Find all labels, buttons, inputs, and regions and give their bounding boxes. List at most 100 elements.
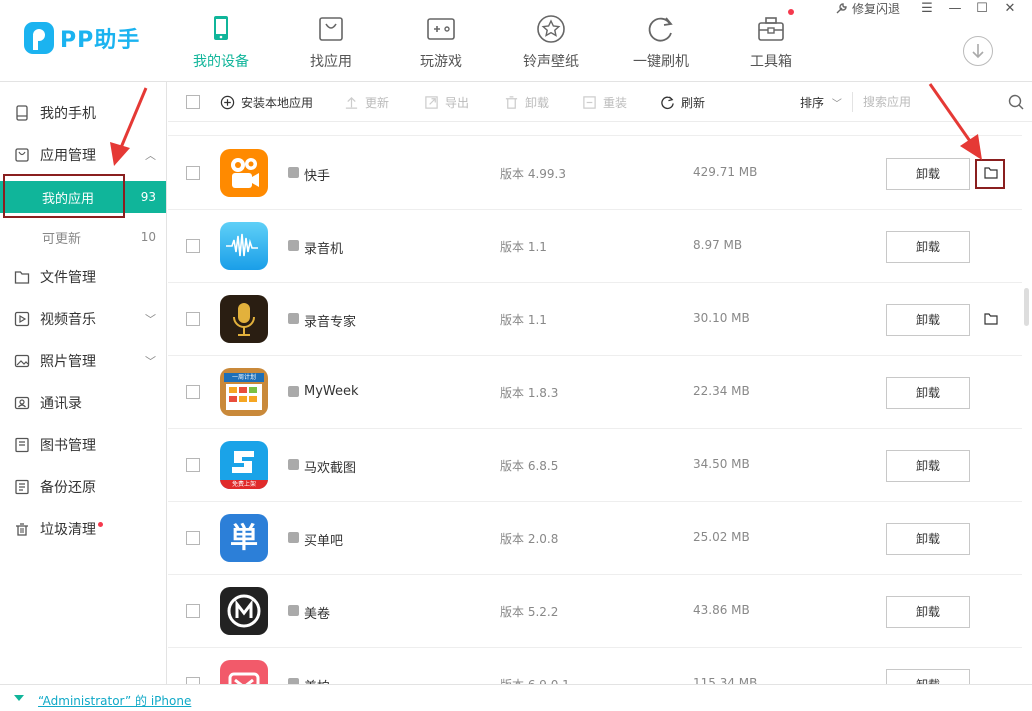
app-name: 美卷 [304,607,331,622]
recorder-app-icon [220,222,268,270]
sidebar-item-label: 应用管理 [40,148,96,164]
sidebar-item-cleanup[interactable]: 垃圾清理 [0,508,166,550]
wrench-icon [836,2,847,13]
repair-label: 修复闪退 [852,2,901,16]
sidebar-item-label: 视频音乐 [40,312,96,328]
sidebar-item-label: 通讯录 [40,396,82,412]
row-checkbox[interactable] [186,166,200,180]
recording-expert-app-icon [220,295,268,343]
uninstall-button[interactable]: 卸载 [886,523,970,555]
nav-label: 一键刷机 [633,54,689,70]
annotation-arrow-icon [928,83,982,160]
close-button[interactable]: ✕ [999,0,1021,18]
app-version: 版本 1.8.3 [500,386,559,400]
repair-crash-button[interactable]: 修复闪退 [834,0,900,17]
reinstall-icon [583,95,596,109]
app-size: 8.97 MB [693,238,743,252]
app-type-icon [288,386,299,397]
nav-games[interactable]: 玩游戏 [386,0,496,82]
export-button[interactable]: 导出 [424,94,469,110]
app-type-icon [288,605,299,616]
meijuan-app-icon [220,587,268,635]
phone-outline-icon [16,105,28,121]
toolbar-label: 安装本地应用 [241,95,314,110]
sidebar-item-label: 垃圾清理 [40,522,96,538]
update-button[interactable]: 更新 [344,94,389,110]
install-local-app-button[interactable]: 安装本地应用 [220,94,313,110]
menu-button[interactable]: ☰ [916,0,938,18]
select-all-checkbox[interactable] [186,95,200,109]
row-checkbox[interactable] [186,312,200,326]
sidebar-item-video-music[interactable]: 视频音乐 ﹀ [0,298,166,340]
row-checkbox[interactable] [186,531,200,545]
nav-one-click-flash[interactable]: 一键刷机 [606,0,716,82]
uninstall-toolbar-button[interactable]: 卸载 [504,94,549,110]
nav-label: 铃声壁纸 [523,54,579,70]
nav-ringtones-wallpapers[interactable]: 铃声壁纸 [496,0,606,82]
app-type-icon [288,240,299,251]
my-apps-count: 93 [140,190,156,204]
uninstall-button[interactable]: 卸载 [886,450,970,482]
sidebar-item-backup[interactable]: 备份还原 [0,466,166,508]
maximize-button[interactable]: ☐ [971,0,993,18]
sort-dropdown[interactable]: 排序 ﹀ [800,94,842,111]
nav-toolbox[interactable]: 工具箱 [716,0,826,82]
app-logo: PP助手 [24,22,140,54]
play-icon [14,311,30,327]
book-icon [15,437,29,453]
app-version: 版本 1.1 [500,313,547,327]
updatable-count: 10 [140,230,156,244]
app-version: 版本 4.99.3 [500,167,566,181]
app-window: PP助手 我的设备 找应用 玩游戏 铃声壁纸 一键刷机 工具箱 修复闪退 ☰ —… [0,0,1032,711]
search-icon[interactable] [1008,94,1024,110]
table-row: 免费上架 马欢截图 版本 6.8.5 34.50 MB 卸载 [168,429,1022,502]
export-icon [425,95,438,109]
top-bar: PP助手 我的设备 找应用 玩游戏 铃声壁纸 一键刷机 工具箱 修复闪退 ☰ —… [0,0,1032,82]
notification-dot [98,521,103,527]
pp-logo-icon [24,22,54,54]
meipai-app-icon [220,660,268,684]
sidebar-item-contacts[interactable]: 通讯录 [0,382,166,424]
folder-icon[interactable] [984,313,998,325]
app-size: 22.34 MB [693,384,750,398]
row-checkbox[interactable] [186,385,200,399]
app-name: MyWeek [304,384,359,399]
nav-find-apps[interactable]: 找应用 [276,0,386,82]
minimize-button[interactable]: — [944,0,966,18]
mahuan-banner: 免费上架 [220,480,268,489]
table-row: 一周计划 MyWeek 版本 1.8.3 22.34 MB 卸载 [168,356,1022,429]
logo-text: PP助手 [60,28,141,53]
sidebar-item-photo-manage[interactable]: 照片管理 ﹀ [0,340,166,382]
row-checkbox[interactable] [186,239,200,253]
sidebar-item-file-manage[interactable]: 文件管理 [0,256,166,298]
device-link[interactable]: “Administrator” 的 iPhone [38,692,191,709]
app-name: 马欢截图 [304,461,357,476]
app-size: 429.71 MB [693,165,758,179]
contacts-icon [14,396,30,410]
row-checkbox[interactable] [186,677,200,684]
nav-my-device[interactable]: 我的设备 [166,0,276,82]
uninstall-button[interactable]: 卸载 [886,669,970,684]
download-manager-button[interactable] [963,36,993,66]
backup-icon [15,479,29,495]
scrollbar-thumb[interactable] [1024,288,1029,326]
table-row: 美拍 版本 6.9.0.1 115.34 MB 卸载 [168,648,1022,684]
row-checkbox[interactable] [186,604,200,618]
uninstall-button[interactable]: 卸载 [886,596,970,628]
row-checkbox[interactable] [186,458,200,472]
trash-icon [505,95,518,109]
app-name: 买单吧 [304,534,344,549]
sort-label: 排序 [800,96,825,110]
sidebar-item-books[interactable]: 图书管理 [0,424,166,466]
sidebar-item-label: 图书管理 [40,438,96,454]
uninstall-button[interactable]: 卸载 [886,377,970,409]
toolbar-label: 更新 [365,95,390,110]
refresh-button[interactable]: 刷新 [660,94,705,110]
triangle-down-icon[interactable] [14,695,24,701]
uninstall-button[interactable]: 卸载 [886,304,970,336]
sidebar-item-updatable[interactable]: 可更新 10 [0,221,166,253]
app-version: 版本 6.8.5 [500,459,559,473]
status-bar: “Administrator” 的 iPhone [0,684,1032,711]
uninstall-button[interactable]: 卸载 [886,231,970,263]
reinstall-button[interactable]: 重装 [582,94,627,110]
